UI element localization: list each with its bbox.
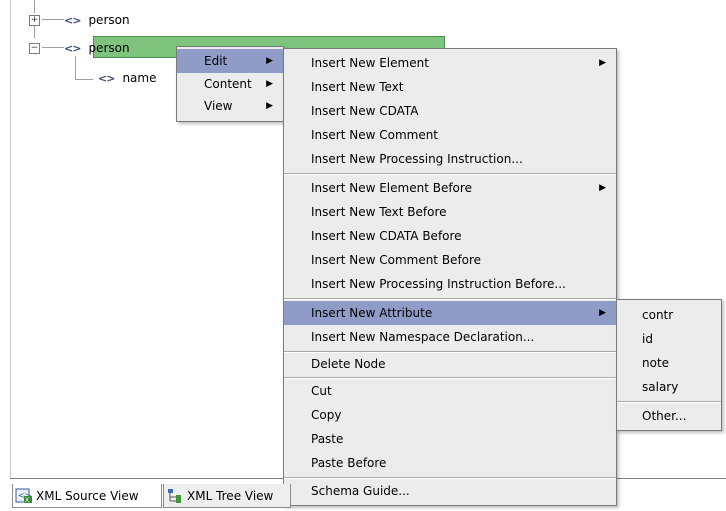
- menu-separator: [617, 401, 721, 403]
- menu-item-attribute-note[interactable]: note: [617, 351, 721, 375]
- menu-item-label: Schema Guide...: [311, 484, 410, 498]
- svg-text:X: X: [25, 497, 29, 504]
- menu-item-cut[interactable]: Cut: [284, 379, 616, 403]
- menu-item-label: Insert New Element: [311, 56, 429, 70]
- collapse-icon[interactable]: −: [29, 42, 40, 54]
- menu-item-attribute-contr[interactable]: contr: [617, 303, 721, 327]
- tree-node-label: name: [122, 71, 157, 85]
- menu-item-insert-new-text-before[interactable]: Insert New Text Before: [284, 200, 616, 224]
- menu-item-edit[interactable]: Edit ▶: [177, 49, 283, 73]
- menu-item-label: Delete Node: [311, 357, 386, 371]
- menu-item-label: Paste: [311, 432, 344, 446]
- menu-item-insert-new-element-before[interactable]: Insert New Element Before ▶: [284, 176, 616, 200]
- submenu-arrow-icon: ▶: [599, 58, 606, 68]
- submenu-arrow-icon: ▶: [266, 56, 273, 66]
- menu-item-label: Insert New Processing Instruction...: [311, 152, 523, 166]
- tree-node-row[interactable]: + <> person: [29, 10, 130, 30]
- menu-item-paste[interactable]: Paste: [284, 427, 616, 451]
- menu-item-label: id: [642, 332, 653, 346]
- submenu-arrow-icon: ▶: [266, 79, 273, 89]
- menu-item-label: note: [642, 356, 670, 370]
- menu-item-content[interactable]: Content ▶: [177, 73, 283, 95]
- menu-item-insert-new-cdata-before[interactable]: Insert New CDATA Before: [284, 224, 616, 248]
- menu-item-insert-new-element[interactable]: Insert New Element ▶: [284, 51, 616, 75]
- menu-item-attribute-id[interactable]: id: [617, 327, 721, 351]
- menu-item-schema-guide[interactable]: Schema Guide...: [284, 479, 616, 503]
- menu-item-insert-new-namespace-declaration[interactable]: Insert New Namespace Declaration...: [284, 325, 616, 349]
- element-node-icon: <>: [64, 41, 81, 55]
- tab-xml-source-view[interactable]: <> X XML Source View: [12, 484, 162, 508]
- menu-item-insert-new-attribute[interactable]: Insert New Attribute ▶: [284, 301, 616, 325]
- edit-submenu[interactable]: Insert New Element ▶ Insert New Text Ins…: [283, 48, 617, 506]
- menu-item-label: Insert New Processing Instruction Before…: [311, 277, 566, 291]
- element-node-icon: <>: [98, 71, 115, 85]
- tree-connector-line: [75, 79, 93, 80]
- menu-item-view[interactable]: View ▶: [177, 95, 283, 117]
- menu-item-attribute-other[interactable]: Other...: [617, 404, 721, 428]
- element-node-icon: <>: [64, 13, 81, 27]
- menu-item-copy[interactable]: Copy: [284, 403, 616, 427]
- tree-node-label: person: [88, 13, 130, 27]
- menu-item-label: View: [204, 99, 233, 113]
- menu-item-label: Insert New Namespace Declaration...: [311, 330, 535, 344]
- menu-item-label: Insert New CDATA: [311, 104, 419, 118]
- menu-item-label: Insert New Element Before: [311, 181, 472, 195]
- xml-tree-icon: [166, 488, 184, 504]
- tree-node-label: person: [88, 41, 130, 55]
- menu-item-label: Insert New Comment: [311, 128, 439, 142]
- submenu-arrow-icon: ▶: [599, 308, 606, 318]
- tab-label: XML Source View: [36, 488, 139, 503]
- menu-item-label: Insert New CDATA Before: [311, 229, 462, 243]
- menu-item-insert-new-comment-before[interactable]: Insert New Comment Before: [284, 248, 616, 272]
- menu-item-label: Copy: [311, 408, 342, 422]
- menu-item-insert-new-text[interactable]: Insert New Text: [284, 75, 616, 99]
- menu-item-label: Insert New Text: [311, 80, 404, 94]
- xml-source-icon: <> X: [15, 488, 33, 504]
- menu-item-label: Insert New Comment Before: [311, 253, 482, 267]
- submenu-arrow-icon: ▶: [266, 101, 273, 111]
- menu-item-insert-new-processing-instruction-before[interactable]: Insert New Processing Instruction Before…: [284, 272, 616, 296]
- menu-item-insert-new-processing-instruction[interactable]: Insert New Processing Instruction...: [284, 147, 616, 171]
- menu-item-label: Insert New Text Before: [311, 205, 447, 219]
- menu-item-label: Content: [204, 77, 252, 91]
- tree-node-row[interactable]: <> name: [98, 68, 156, 88]
- tab-label: XML Tree View: [187, 488, 274, 503]
- attribute-submenu[interactable]: contr id note salary Other...: [616, 299, 722, 431]
- menu-item-label: Other...: [642, 409, 687, 423]
- menu-item-label: salary: [642, 380, 679, 394]
- tree-node-row-selected[interactable]: − <> person: [29, 38, 130, 58]
- menu-item-label: Edit: [204, 54, 228, 68]
- tree-connector-line: [75, 56, 76, 79]
- menu-item-insert-new-comment[interactable]: Insert New Comment: [284, 123, 616, 147]
- tab-xml-tree-view[interactable]: XML Tree View: [163, 484, 291, 508]
- expand-icon[interactable]: +: [29, 14, 40, 26]
- menu-item-attribute-salary[interactable]: salary: [617, 375, 721, 399]
- menu-item-delete-node[interactable]: Delete Node: [284, 352, 616, 376]
- menu-item-label: Insert New Attribute: [311, 306, 433, 320]
- menu-item-label: contr: [642, 308, 674, 322]
- menu-separator: [284, 298, 616, 300]
- context-menu[interactable]: Edit ▶ Content ▶ View ▶: [176, 46, 284, 122]
- menu-item-insert-new-cdata[interactable]: Insert New CDATA: [284, 99, 616, 123]
- submenu-arrow-icon: ▶: [599, 183, 606, 193]
- menu-item-paste-before[interactable]: Paste Before: [284, 451, 616, 475]
- menu-item-label: Cut: [311, 384, 332, 398]
- menu-item-label: Paste Before: [311, 456, 387, 470]
- menu-separator: [284, 173, 616, 175]
